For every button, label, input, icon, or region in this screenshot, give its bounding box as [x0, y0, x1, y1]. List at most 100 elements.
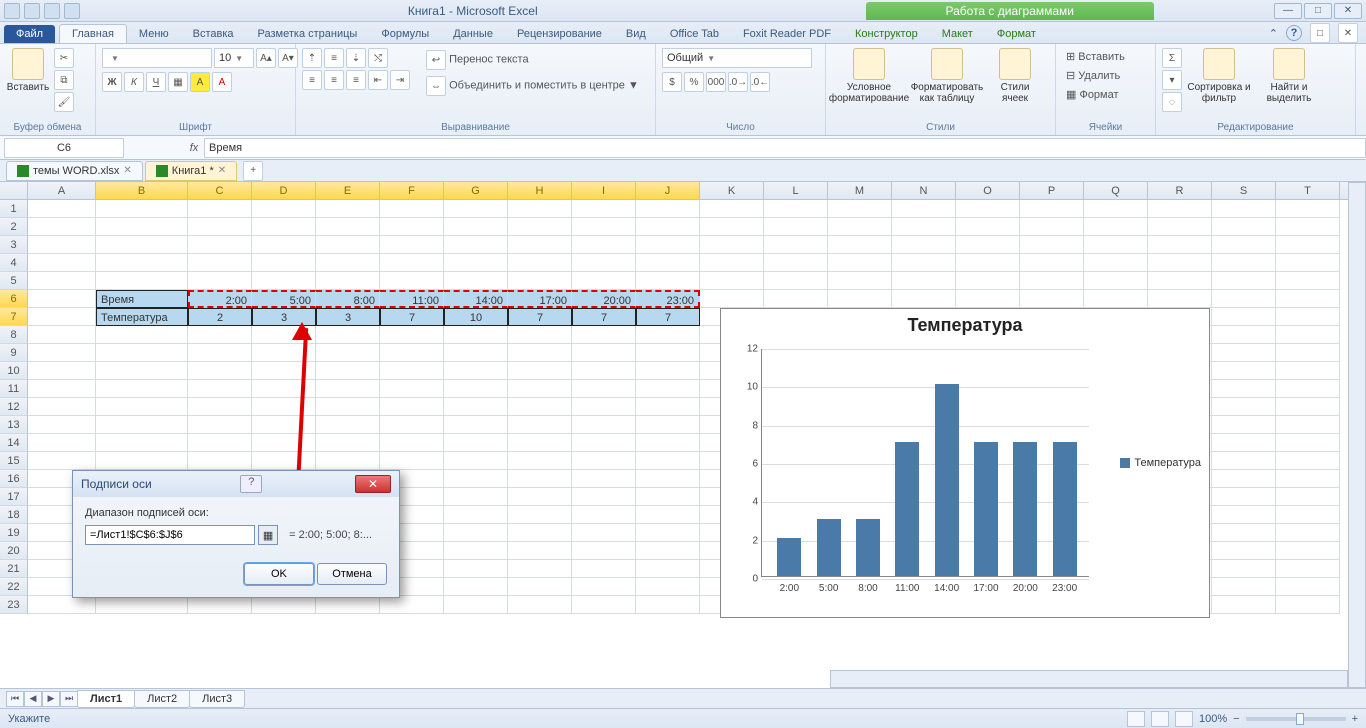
- align-top-icon[interactable]: ⇡: [302, 48, 322, 68]
- underline-button[interactable]: Ч: [146, 72, 166, 92]
- cell[interactable]: [764, 200, 828, 218]
- cell[interactable]: [316, 362, 380, 380]
- cell[interactable]: 14:00: [444, 290, 508, 308]
- cell[interactable]: [636, 560, 700, 578]
- cell[interactable]: [444, 344, 508, 362]
- autosum-icon[interactable]: Σ: [1162, 48, 1182, 68]
- col-header[interactable]: E: [316, 182, 380, 199]
- col-header[interactable]: T: [1276, 182, 1340, 199]
- cell[interactable]: [1276, 380, 1340, 398]
- range-picker-icon[interactable]: ▦: [258, 525, 278, 545]
- cell[interactable]: 5:00: [252, 290, 316, 308]
- cell[interactable]: [252, 362, 316, 380]
- cell[interactable]: 2: [188, 308, 252, 326]
- tab-foxit[interactable]: Foxit Reader PDF: [731, 25, 843, 43]
- cell[interactable]: [892, 290, 956, 308]
- cell[interactable]: [1212, 434, 1276, 452]
- col-header[interactable]: Q: [1084, 182, 1148, 199]
- cell[interactable]: [1212, 362, 1276, 380]
- comma-icon[interactable]: 000: [706, 72, 726, 92]
- cell[interactable]: [572, 524, 636, 542]
- cell[interactable]: [28, 236, 96, 254]
- cell[interactable]: [380, 254, 444, 272]
- currency-icon[interactable]: $: [662, 72, 682, 92]
- cell[interactable]: [380, 326, 444, 344]
- cell[interactable]: [380, 416, 444, 434]
- cell[interactable]: 10: [444, 308, 508, 326]
- cell[interactable]: [828, 272, 892, 290]
- row-header[interactable]: 5: [0, 272, 28, 290]
- cell[interactable]: [956, 272, 1020, 290]
- cell[interactable]: [508, 506, 572, 524]
- zoom-level[interactable]: 100%: [1199, 713, 1227, 725]
- cell[interactable]: 8:00: [316, 290, 380, 308]
- cell[interactable]: [1276, 254, 1340, 272]
- cell[interactable]: [1148, 254, 1212, 272]
- cell[interactable]: [316, 344, 380, 362]
- cell[interactable]: [764, 290, 828, 308]
- cell[interactable]: [508, 416, 572, 434]
- tab-menu[interactable]: Меню: [127, 25, 181, 43]
- maximize-button[interactable]: □: [1304, 3, 1332, 19]
- cell[interactable]: Время: [96, 290, 188, 308]
- chart-bar[interactable]: [817, 519, 841, 577]
- cell[interactable]: [252, 380, 316, 398]
- cell[interactable]: [252, 416, 316, 434]
- name-box[interactable]: C6: [4, 138, 124, 158]
- col-header[interactable]: P: [1020, 182, 1084, 199]
- cell[interactable]: [1276, 470, 1340, 488]
- cell[interactable]: [636, 200, 700, 218]
- view-normal-icon[interactable]: [1127, 711, 1145, 727]
- cell[interactable]: [316, 254, 380, 272]
- cell[interactable]: 11:00: [380, 290, 444, 308]
- chart-legend[interactable]: Температура: [1120, 457, 1201, 469]
- cell[interactable]: [508, 434, 572, 452]
- cell[interactable]: [316, 596, 380, 614]
- cell[interactable]: [96, 434, 188, 452]
- cell[interactable]: [1276, 506, 1340, 524]
- cell[interactable]: [1212, 524, 1276, 542]
- cell[interactable]: [444, 398, 508, 416]
- cell[interactable]: [636, 488, 700, 506]
- cell[interactable]: [508, 542, 572, 560]
- cell[interactable]: [892, 254, 956, 272]
- cell[interactable]: [1276, 290, 1340, 308]
- cell[interactable]: [508, 524, 572, 542]
- cell[interactable]: [188, 344, 252, 362]
- cell[interactable]: [828, 200, 892, 218]
- cell[interactable]: [1084, 200, 1148, 218]
- cell[interactable]: [636, 272, 700, 290]
- cell[interactable]: [508, 560, 572, 578]
- align-center-icon[interactable]: ≡: [324, 70, 344, 90]
- col-header[interactable]: G: [444, 182, 508, 199]
- cell[interactable]: [764, 218, 828, 236]
- bold-button[interactable]: Ж: [102, 72, 122, 92]
- fx-icon[interactable]: fx: [184, 142, 204, 154]
- italic-button[interactable]: К: [124, 72, 144, 92]
- cell[interactable]: [380, 596, 444, 614]
- cell[interactable]: [572, 578, 636, 596]
- col-header[interactable]: F: [380, 182, 444, 199]
- col-header[interactable]: H: [508, 182, 572, 199]
- cell[interactable]: [444, 326, 508, 344]
- select-all-corner[interactable]: [0, 182, 28, 199]
- cell[interactable]: [188, 236, 252, 254]
- chart-plot-area[interactable]: 0246810122:005:008:0011:0014:0017:0020:0…: [761, 349, 1089, 577]
- font-color-icon[interactable]: A: [212, 72, 232, 92]
- cell[interactable]: [764, 236, 828, 254]
- row-header[interactable]: 1: [0, 200, 28, 218]
- cell[interactable]: [1212, 578, 1276, 596]
- cell[interactable]: [1084, 218, 1148, 236]
- row-header[interactable]: 16: [0, 470, 28, 488]
- cell[interactable]: [956, 218, 1020, 236]
- cell[interactable]: [1276, 488, 1340, 506]
- conditional-formatting-button[interactable]: Условное форматирование: [832, 48, 906, 104]
- cell[interactable]: [1148, 218, 1212, 236]
- cell[interactable]: [956, 236, 1020, 254]
- cell[interactable]: [1084, 290, 1148, 308]
- paste-button[interactable]: Вставить: [6, 48, 50, 93]
- col-header[interactable]: K: [700, 182, 764, 199]
- row-header[interactable]: 3: [0, 236, 28, 254]
- cell[interactable]: [508, 470, 572, 488]
- cell[interactable]: [444, 560, 508, 578]
